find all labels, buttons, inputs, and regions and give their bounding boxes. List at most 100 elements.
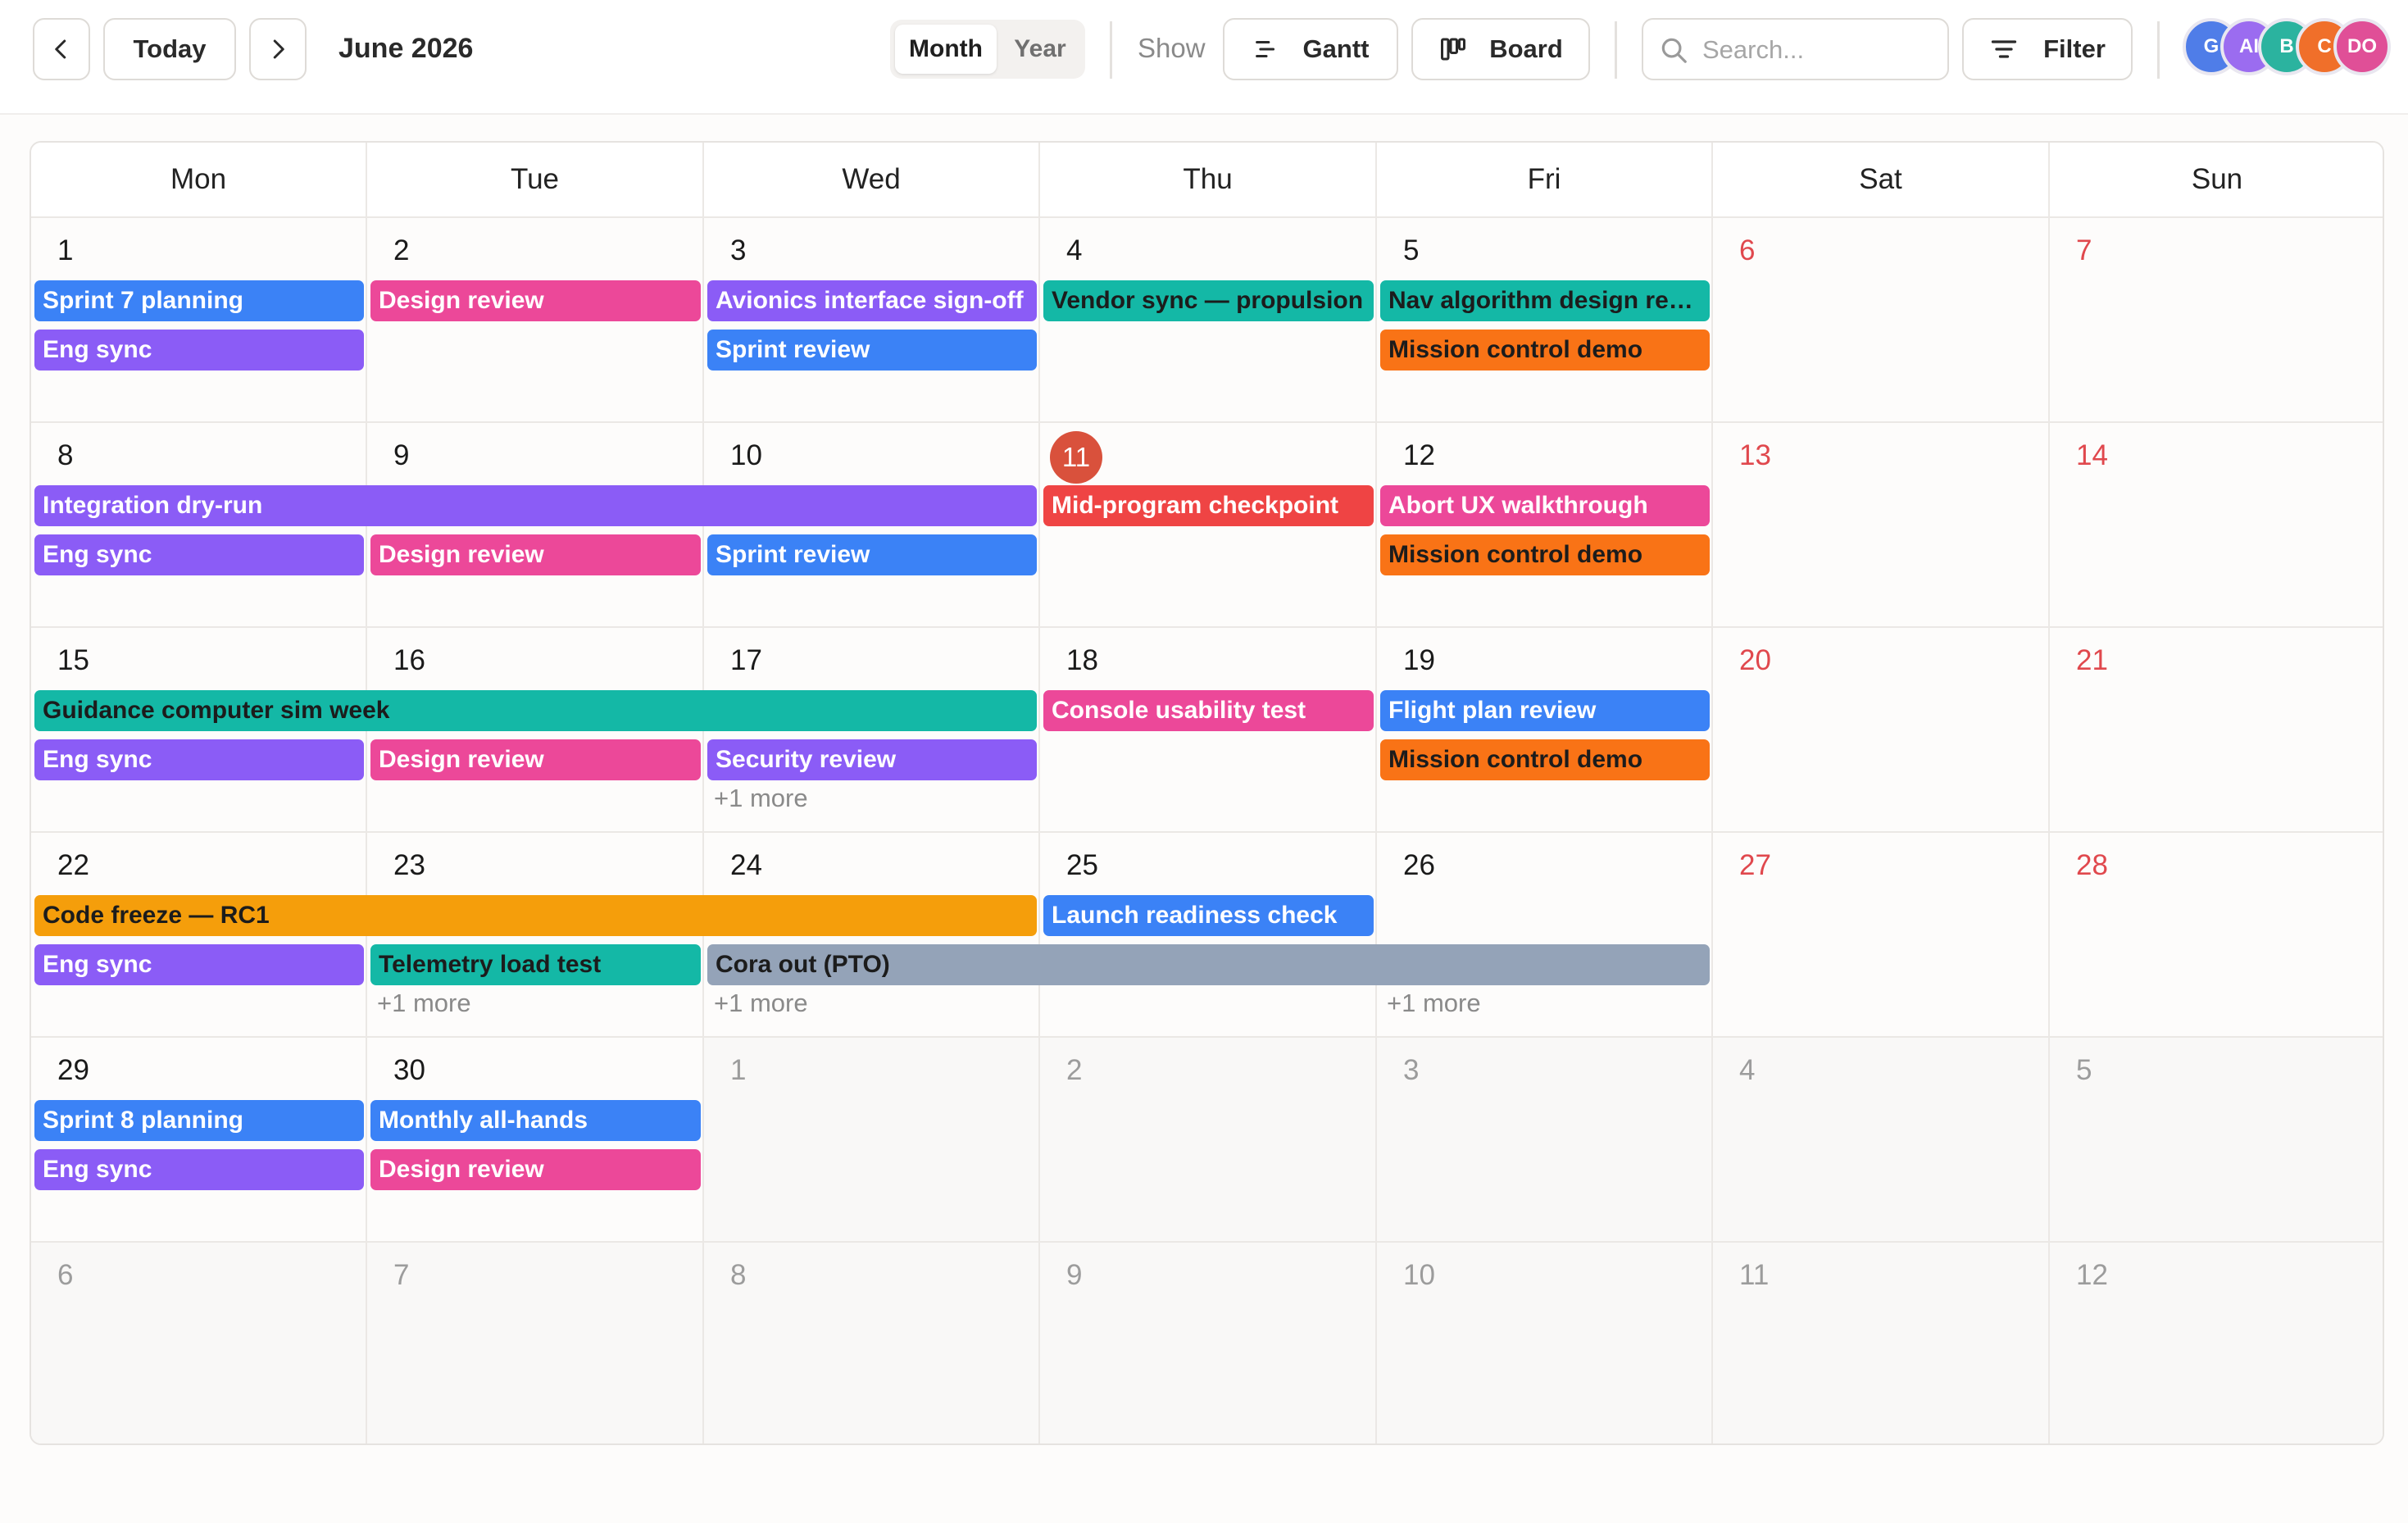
filter-label: Filter — [2043, 34, 2106, 63]
event-bar[interactable]: Eng sync — [34, 1149, 364, 1190]
event-bar[interactable]: Sprint review — [707, 534, 1037, 575]
event-bar[interactable]: Integration dry-run — [34, 485, 1037, 526]
event-bar[interactable]: Mid-program checkpoint — [1043, 485, 1374, 526]
date-number: 4 — [1066, 234, 1083, 266]
date-number: 21 — [2076, 644, 2108, 676]
day-cell[interactable]: 4 — [1713, 1036, 2050, 1241]
event-bar[interactable]: Sprint 7 planning — [34, 280, 364, 321]
event-bar[interactable]: Telemetry load test — [370, 944, 701, 985]
date-number: 14 — [2076, 439, 2108, 471]
day-cell[interactable]: 21 — [2050, 626, 2383, 831]
search-icon — [1661, 38, 1687, 63]
day-cell[interactable]: 6 — [1713, 216, 2050, 421]
date-number: 23 — [393, 849, 425, 881]
date-number: 19 — [1403, 644, 1435, 676]
event-bar[interactable]: Sprint review — [707, 330, 1037, 371]
more-events-link[interactable]: +1 more — [1387, 989, 1481, 1018]
event-bar[interactable]: Eng sync — [34, 944, 364, 985]
tab-month[interactable]: Month — [895, 25, 997, 74]
event-bar[interactable]: Eng sync — [34, 330, 364, 371]
date-number: 2 — [1066, 1054, 1083, 1086]
toolbar-divider — [1615, 21, 1617, 79]
day-cell[interactable]: 9 — [1040, 1241, 1377, 1443]
date-number: 8 — [730, 1259, 747, 1291]
toolbar-divider — [1110, 21, 1112, 79]
date-number: 1 — [57, 234, 74, 266]
event-bar[interactable]: Guidance computer sim week — [34, 690, 1037, 731]
more-events-link[interactable]: +1 more — [377, 989, 471, 1018]
day-cell[interactable]: 6 — [31, 1241, 367, 1443]
day-cell[interactable]: 10 — [1377, 1241, 1713, 1443]
prev-month-button[interactable] — [33, 18, 90, 80]
date-number: 16 — [393, 644, 425, 676]
search-input[interactable] — [1701, 28, 1942, 72]
weekday-header-thu: Thu — [1040, 143, 1377, 216]
day-cell[interactable]: 12 — [2050, 1241, 2383, 1443]
day-cell[interactable]: 28 — [2050, 831, 2383, 1036]
event-bar[interactable]: Eng sync — [34, 739, 364, 780]
weekday-header-sun: Sun — [2050, 143, 2383, 216]
event-bar[interactable]: Sprint 8 planning — [34, 1100, 364, 1141]
day-cell[interactable]: 11 — [1713, 1241, 2050, 1443]
date-number: 2 — [393, 234, 410, 266]
date-number: 12 — [1403, 439, 1435, 471]
more-events-link[interactable]: +1 more — [714, 989, 808, 1018]
event-bar[interactable]: Cora out (PTO) — [707, 944, 1710, 985]
avatar-group[interactable]: G AI B C DO — [2183, 18, 2396, 80]
event-bar[interactable]: Abort UX walkthrough — [1380, 485, 1710, 526]
event-bar[interactable]: Design review — [370, 739, 701, 780]
event-bar[interactable]: Eng sync — [34, 534, 364, 575]
day-cell[interactable]: 7 — [367, 1241, 704, 1443]
date-number: 9 — [393, 439, 410, 471]
event-bar[interactable]: Design review — [370, 534, 701, 575]
event-bar[interactable]: Mission control demo — [1380, 739, 1710, 780]
event-bar[interactable]: Design review — [370, 280, 701, 321]
day-cell[interactable]: 5 — [2050, 1036, 2383, 1241]
day-cell[interactable]: 1 — [704, 1036, 1040, 1241]
event-bar[interactable]: Code freeze — RC1 — [34, 895, 1037, 936]
event-bar[interactable]: Console usability test — [1043, 690, 1374, 731]
date-number: 12 — [2076, 1259, 2108, 1291]
toolbar-divider — [2157, 21, 2160, 79]
toolbar: Today June 2026 Month Year Show Gantt Bo… — [0, 0, 2408, 115]
event-bar[interactable]: Mission control demo — [1380, 330, 1710, 371]
event-bar[interactable]: Nav algorithm design review — [1380, 280, 1710, 321]
board-button[interactable]: Board — [1411, 18, 1590, 80]
today-button[interactable]: Today — [103, 18, 236, 80]
weekday-header-fri: Fri — [1377, 143, 1713, 216]
day-cell[interactable]: 20 — [1713, 626, 2050, 831]
event-bar[interactable]: Security review — [707, 739, 1037, 780]
date-number: 22 — [57, 849, 89, 881]
event-bar[interactable]: Flight plan review — [1380, 690, 1710, 731]
view-switcher: Month Year — [890, 20, 1085, 79]
filter-button[interactable]: Filter — [1962, 18, 2133, 80]
gantt-label: Gantt — [1302, 34, 1370, 63]
event-bar[interactable]: Monthly all-hands — [370, 1100, 701, 1141]
avatar[interactable]: DO — [2333, 18, 2391, 75]
event-bar[interactable]: Launch readiness check — [1043, 895, 1374, 936]
day-cell[interactable]: 27 — [1713, 831, 2050, 1036]
more-events-link[interactable]: +1 more — [714, 784, 808, 813]
date-number: 20 — [1739, 644, 1771, 676]
tab-year[interactable]: Year — [1000, 25, 1080, 74]
gantt-button[interactable]: Gantt — [1223, 18, 1398, 80]
today-date-number: 11 — [1050, 431, 1102, 484]
day-cell[interactable]: 2 — [1040, 1036, 1377, 1241]
date-number: 17 — [730, 644, 762, 676]
date-number: 10 — [1403, 1259, 1435, 1291]
date-number: 3 — [1403, 1054, 1420, 1086]
event-bar[interactable]: Mission control demo — [1380, 534, 1710, 575]
filter-icon — [1991, 40, 2017, 58]
day-cell[interactable]: 3 — [1377, 1036, 1713, 1241]
day-cell[interactable]: 13 — [1713, 421, 2050, 626]
event-bar[interactable]: Design review — [370, 1149, 701, 1190]
day-cell[interactable]: 8 — [704, 1241, 1040, 1443]
date-number: 10 — [730, 439, 762, 471]
next-month-button[interactable] — [249, 18, 307, 80]
date-number: 6 — [57, 1259, 74, 1291]
day-cell[interactable]: 14 — [2050, 421, 2383, 626]
day-cell[interactable]: 7 — [2050, 216, 2383, 421]
date-number: 4 — [1739, 1054, 1756, 1086]
event-bar[interactable]: Vendor sync — propulsion — [1043, 280, 1374, 321]
event-bar[interactable]: Avionics interface sign-off — [707, 280, 1037, 321]
